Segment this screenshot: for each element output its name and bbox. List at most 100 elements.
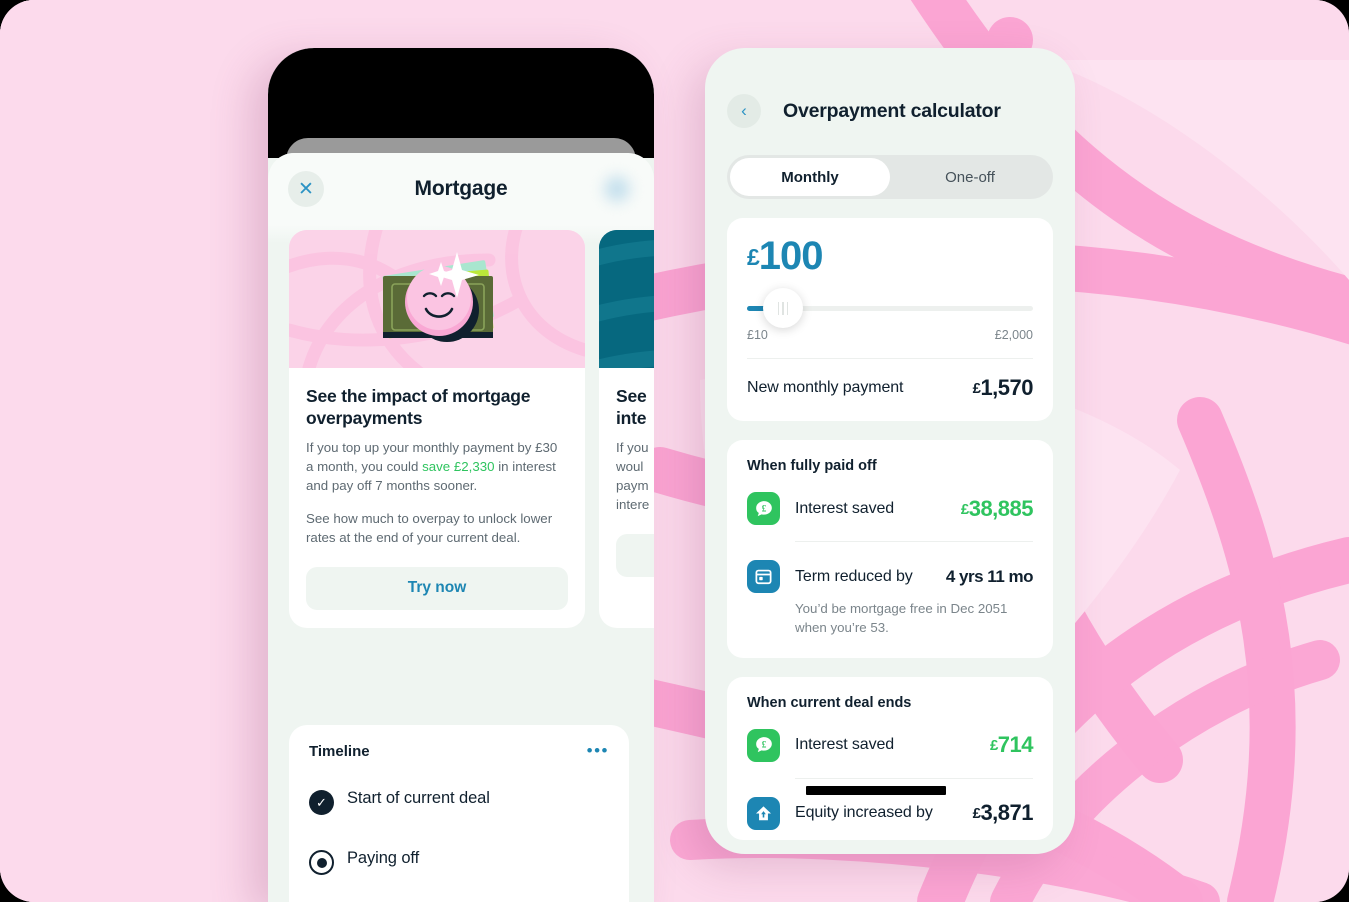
backdrop-pattern-svg <box>0 0 1349 902</box>
new-monthly-payment-label: New monthly payment <box>747 379 904 396</box>
pound-bubble-glyph: £ <box>755 500 772 516</box>
promo-title-line-2: inte <box>616 408 647 429</box>
promo-title: See inte <box>616 385 654 429</box>
promo-line: woul <box>616 459 644 475</box>
check-icon: ✓ <box>309 790 334 815</box>
current-step-icon <box>309 850 334 875</box>
currency-symbol: £ <box>989 737 998 755</box>
equity-up-icon <box>747 796 780 830</box>
list-item[interactable]: Paying off <box>309 848 609 902</box>
result-note: You’d be mortgage free in Dec 2051 when … <box>795 601 1008 635</box>
grip-line <box>782 301 784 315</box>
overpayment-slider[interactable] <box>747 288 1033 328</box>
promo-paragraph-1: If you woul paym intere <box>616 439 654 515</box>
close-icon[interactable]: ✕ <box>288 171 324 207</box>
timeline-item-body: Start of current deal <box>341 788 490 808</box>
page-title: Overpayment calculator <box>783 99 1001 122</box>
calendar-icon <box>747 560 780 593</box>
timeline-card: Timeline ••• ✓ Start of current deal Pay… <box>289 725 629 902</box>
svg-text:£: £ <box>761 503 766 513</box>
timeline-title: Timeline <box>309 743 370 760</box>
promo-line: paym <box>616 478 649 494</box>
timeline-list: ✓ Start of current deal Paying off <box>309 788 609 902</box>
card-heading: When fully paid off <box>747 458 877 474</box>
result-value: £714 <box>989 732 1034 758</box>
result-label: Equity increased by <box>795 804 933 822</box>
promo-title: See the impact of mortgage overpayments <box>306 386 531 429</box>
pound-bubble-glyph: £ <box>755 737 772 753</box>
sheet-header: ✕ Mortgage <box>268 153 654 243</box>
money-face-illustration <box>289 230 585 368</box>
result-row: Term reduced by 4 yrs 11 mo <box>747 542 1034 593</box>
value-number: 1,570 <box>980 375 1033 400</box>
list-item-label: Start of current deal <box>347 789 490 807</box>
card-heading: When current deal ends <box>747 694 912 711</box>
amount-value: 100 <box>758 234 824 278</box>
value-number: 3,871 <box>980 800 1033 826</box>
result-row: £ Interest saved £714 <box>747 711 1034 762</box>
promo-carousel[interactable]: See the impact of mortgage overpayments … <box>268 230 654 628</box>
page-title: Mortgage <box>414 177 508 200</box>
current-deal-ends-card: When current deal ends £ Interest saved … <box>727 676 1053 840</box>
pound-bubble-icon: £ <box>747 492 780 525</box>
calendar-glyph <box>755 569 772 585</box>
result-value: 4 yrs 11 mo <box>945 566 1034 586</box>
result-label: Term reduced by <box>795 567 913 585</box>
list-item-label: Paying off <box>347 849 420 867</box>
promo-paragraph-1: If you top up your monthly payment by £3… <box>306 439 568 496</box>
list-item[interactable]: ✓ Start of current deal <box>309 788 609 848</box>
grip-line <box>786 301 789 315</box>
result-label: Interest saved <box>795 499 895 517</box>
promo-hero-illustration <box>289 230 585 368</box>
calculator-header: ‹ Overpayment calculator <box>705 48 1075 128</box>
timeline-header: Timeline ••• <box>309 742 609 760</box>
teal-wave-illustration <box>599 230 654 368</box>
overpayment-amount-card: £100 £10 £2,000 New monthly payment £1,5… <box>727 218 1053 421</box>
back-chevron-icon[interactable]: ‹ <box>727 94 761 128</box>
tab-monthly[interactable]: Monthly <box>730 158 890 196</box>
promo-body: See inte If you woul paym intere <box>599 368 654 595</box>
pound-bubble-icon: £ <box>747 728 780 762</box>
slider-thumb[interactable] <box>763 288 803 328</box>
result-label: Interest saved <box>795 736 895 754</box>
right-phone-mockup: ‹ Overpayment calculator Monthly One-off… <box>705 48 1075 854</box>
left-phone-screen: ✕ Mortgage See the impact of mortgage ov… <box>268 48 654 902</box>
try-now-button[interactable]: Try now <box>306 566 568 610</box>
promo-card[interactable]: See inte If you woul paym intere <box>599 230 654 628</box>
result-value: £3,871 <box>973 800 1034 826</box>
promo-body: See the impact of mortgage overpayments … <box>289 368 585 628</box>
value-number: 38,885 <box>968 495 1034 521</box>
promo-hero-illustration <box>599 230 654 368</box>
promo-paragraph-2: See how much to overpay to unlock lower … <box>306 511 553 545</box>
svg-text:£: £ <box>761 740 766 750</box>
currency-symbol: £ <box>960 500 969 518</box>
equity-up-glyph <box>755 806 772 820</box>
new-monthly-payment-row: New monthly payment £1,570 <box>747 359 1033 401</box>
redaction-bar <box>806 785 946 795</box>
promo-line: If you <box>616 440 649 456</box>
slider-bounds: £10 £2,000 <box>747 328 1033 342</box>
screenshot-canvas: ✕ Mortgage See the impact of mortgage ov… <box>0 0 1349 902</box>
timeline-item-body: Paying off <box>341 848 419 868</box>
result-value: £38,885 <box>960 495 1034 522</box>
more-options-icon[interactable]: ••• <box>587 742 609 759</box>
grip-line <box>777 301 780 315</box>
overpayment-amount: £100 <box>747 236 1033 276</box>
promo-savings-highlight: save £2,330 <box>422 459 495 475</box>
promo-title-line-1: See <box>616 386 647 406</box>
currency-symbol: £ <box>747 244 760 270</box>
promo-line: intere <box>616 497 650 513</box>
promo-card[interactable]: See the impact of mortgage overpayments … <box>289 230 585 628</box>
mortgage-sheet: ✕ Mortgage See the impact of mortgage ov… <box>268 153 654 902</box>
new-monthly-payment-value: £1,570 <box>973 375 1034 401</box>
pink-pattern-backdrop <box>0 0 1349 902</box>
left-phone-mockup: ✕ Mortgage See the impact of mortgage ov… <box>268 48 654 902</box>
tab-one-off[interactable]: One-off <box>890 158 1050 196</box>
avatar[interactable] <box>600 172 634 206</box>
slider-max-label: £2,000 <box>994 328 1033 342</box>
try-now-button[interactable] <box>616 533 654 577</box>
slider-min-label: £10 <box>747 328 768 342</box>
value-number: 714 <box>997 732 1034 758</box>
payment-type-tabs[interactable]: Monthly One-off <box>727 155 1053 199</box>
fully-paid-off-card: When fully paid off £ Interest saved £38… <box>727 440 1053 658</box>
